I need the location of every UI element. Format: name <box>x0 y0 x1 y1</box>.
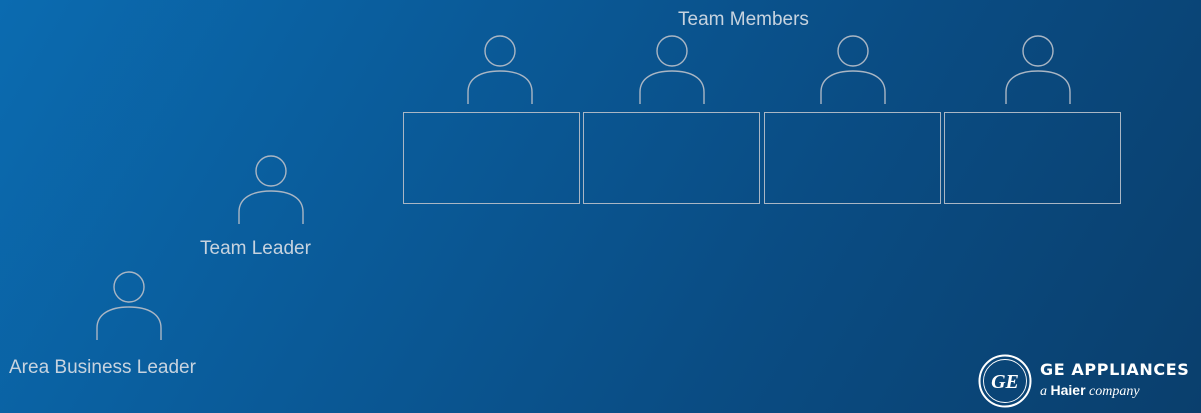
org-structure-slide: { "diagram": { "team_members": { "label"… <box>0 0 1201 413</box>
ge-monogram-logo-icon: GE <box>978 354 1032 408</box>
team-member-box <box>403 112 580 204</box>
team-member-person-icon <box>1003 34 1073 108</box>
team-leader-label: Team Leader <box>200 238 311 259</box>
brand-name: GE APPLIANCES <box>1040 360 1190 379</box>
ge-monogram-text: GE <box>991 371 1019 393</box>
team-members-label: Team Members <box>678 9 809 30</box>
team-member-box <box>944 112 1121 204</box>
area-business-leader-label: Area Business Leader <box>9 357 196 378</box>
brand-tagline-haier: Haier <box>1050 382 1086 398</box>
area-business-leader-person-icon <box>94 270 164 344</box>
team-member-person-icon <box>818 34 888 108</box>
brand-tagline-a: a <box>1040 384 1047 399</box>
team-member-person-icon <box>465 34 535 108</box>
team-leader-person-icon <box>236 154 306 228</box>
brand-tagline-company: company <box>1089 384 1140 399</box>
team-member-box <box>583 112 760 204</box>
brand-tagline: a Haier company <box>1040 383 1140 399</box>
team-member-person-icon <box>637 34 707 108</box>
team-member-box <box>764 112 941 204</box>
